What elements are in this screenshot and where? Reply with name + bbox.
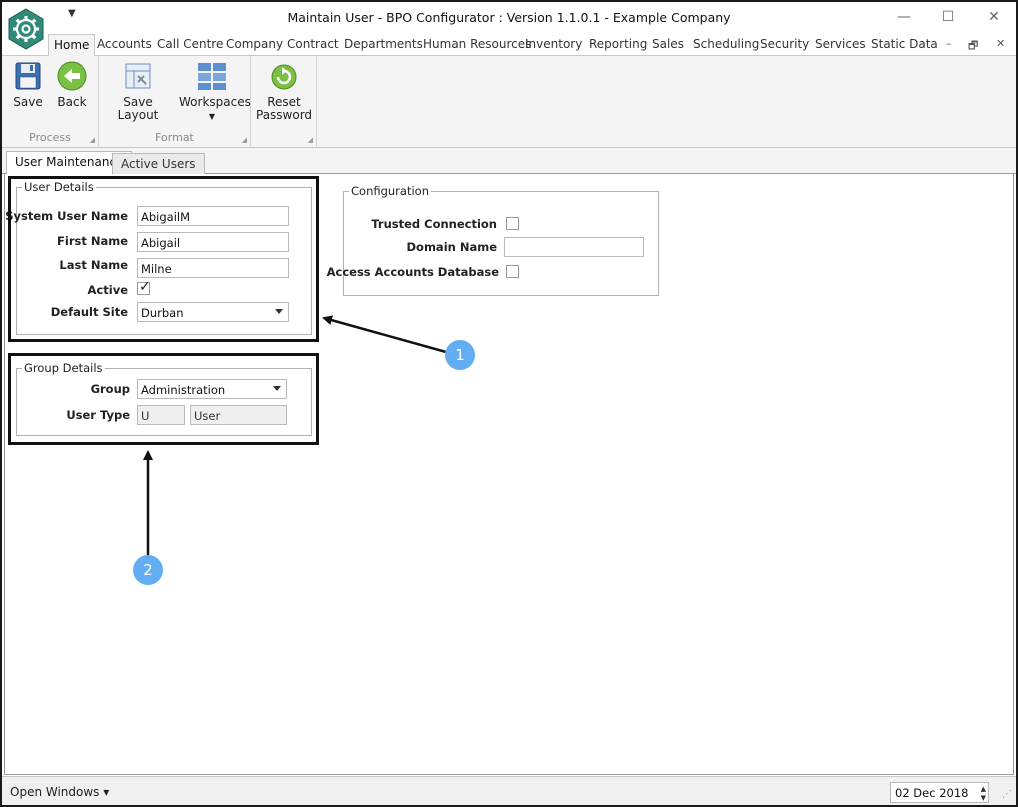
app-window: ▼ Maintain User - BPO Configurator : Ver… bbox=[0, 0, 1018, 807]
tab-call-centre[interactable]: Call Centre bbox=[157, 37, 223, 51]
domain-name-field[interactable] bbox=[504, 237, 644, 257]
minimize-icon[interactable]: — bbox=[889, 6, 919, 28]
tab-security[interactable]: Security bbox=[760, 37, 809, 51]
tab-services[interactable]: Services bbox=[815, 37, 866, 51]
reset-password-button[interactable]: Reset Password bbox=[256, 60, 312, 122]
ribbon-tab-bar: Home Accounts Call Centre Company Contra… bbox=[2, 34, 1016, 57]
workspaces-label: Workspaces bbox=[179, 95, 251, 109]
ribbon-group-process: Save Back Process ◢ bbox=[2, 56, 99, 148]
tab-reporting[interactable]: Reporting bbox=[589, 37, 647, 51]
password-label: Password bbox=[256, 108, 313, 122]
refresh-icon bbox=[271, 64, 297, 90]
annotation-callout-1: 1 bbox=[445, 340, 475, 370]
mdi-minimize-icon[interactable]: – bbox=[946, 37, 952, 50]
workspaces-grid-icon bbox=[198, 63, 226, 90]
mdi-restore-icon[interactable]: 🗗 bbox=[968, 37, 978, 56]
group-launcher-icon[interactable]: ◢ bbox=[242, 136, 247, 144]
annotation-highlight-group-details bbox=[8, 353, 319, 445]
trusted-connection-checkbox[interactable] bbox=[506, 217, 519, 230]
tab-static-data[interactable]: Static Data bbox=[871, 37, 938, 51]
tab-human-resources[interactable]: Human Resources bbox=[423, 37, 531, 51]
ribbon: Save Back Process ◢ Save Layout Workspac… bbox=[2, 56, 1016, 148]
domain-name-label: Domain Name bbox=[406, 240, 498, 254]
access-accounts-database-checkbox[interactable] bbox=[506, 265, 519, 278]
back-button[interactable]: Back bbox=[52, 60, 92, 109]
open-windows-button[interactable]: Open Windows ▾ bbox=[10, 785, 109, 799]
floppy-disk-icon bbox=[15, 62, 41, 90]
format-group-label: Format bbox=[155, 131, 194, 144]
date-value: 02 Dec 2018 bbox=[895, 786, 969, 800]
tab-scheduling[interactable]: Scheduling bbox=[693, 37, 759, 51]
close-icon[interactable]: ✕ bbox=[979, 6, 1009, 28]
save-button[interactable]: Save bbox=[8, 60, 48, 109]
tab-company[interactable]: Company bbox=[226, 37, 283, 51]
access-accounts-database-label: Access Accounts Database bbox=[326, 265, 499, 279]
workspaces-button[interactable]: Workspaces ▼ bbox=[179, 60, 251, 123]
spin-down-icon[interactable]: ▼ bbox=[981, 794, 986, 802]
annotation-highlight-user-details bbox=[8, 176, 319, 342]
configuration-legend: Configuration bbox=[349, 184, 431, 198]
back-label: Back bbox=[57, 95, 87, 109]
resize-grip-icon[interactable]: ⋰ bbox=[1002, 789, 1012, 800]
tab-inventory[interactable]: Inventory bbox=[525, 37, 582, 51]
ribbon-group-password: Reset Password ◢ bbox=[251, 56, 317, 148]
maximize-icon[interactable]: ☐ bbox=[933, 6, 963, 28]
app-logo-gear-icon[interactable] bbox=[5, 8, 47, 50]
annotation-callout-2: 2 bbox=[133, 555, 163, 585]
window-title: Maintain User - BPO Configurator : Versi… bbox=[287, 10, 731, 25]
spin-up-icon[interactable]: ▲ bbox=[981, 785, 986, 793]
tab-home[interactable]: Home bbox=[48, 34, 96, 57]
title-bar: ▼ Maintain User - BPO Configurator : Ver… bbox=[2, 2, 1016, 34]
save-layout-label: Save Layout bbox=[117, 95, 159, 122]
ribbon-group-format: Save Layout Workspaces ▼ Format ◢ bbox=[99, 56, 251, 148]
tab-accounts[interactable]: Accounts bbox=[97, 37, 152, 51]
save-layout-button[interactable]: Save Layout bbox=[106, 60, 170, 122]
mdi-close-icon[interactable]: ✕ bbox=[996, 37, 1005, 50]
configuration-group: Configuration Trusted Connection Domain … bbox=[327, 184, 659, 296]
tab-active-users[interactable]: Active Users bbox=[112, 153, 205, 174]
date-field[interactable]: 02 Dec 2018 ▲ ▼ bbox=[890, 782, 989, 803]
trusted-connection-label: Trusted Connection bbox=[371, 217, 497, 231]
document-tab-bar: User Maintenance Active Users bbox=[2, 148, 1016, 175]
tab-contract[interactable]: Contract bbox=[287, 37, 339, 51]
reset-label: Reset bbox=[267, 95, 301, 109]
back-arrow-icon bbox=[57, 61, 87, 91]
save-label: Save bbox=[13, 95, 43, 109]
chevron-down-icon: ▼ bbox=[208, 112, 216, 121]
group-launcher-icon[interactable]: ◢ bbox=[90, 136, 95, 144]
tab-departments[interactable]: Departments bbox=[344, 37, 423, 51]
status-bar: Open Windows ▾ 02 Dec 2018 ▲ ▼ ⋰ bbox=[2, 776, 1016, 805]
save-layout-icon bbox=[125, 63, 151, 89]
process-group-label: Process bbox=[29, 131, 71, 144]
tab-sales[interactable]: Sales bbox=[652, 37, 684, 51]
group-launcher-icon[interactable]: ◢ bbox=[308, 136, 313, 144]
